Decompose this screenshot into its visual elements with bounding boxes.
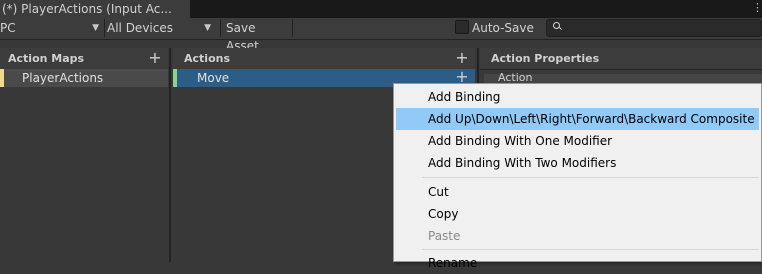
- menu-item-copy[interactable]: Copy: [396, 203, 759, 225]
- menu-item-label: Cut: [428, 185, 449, 199]
- window-tab-bar: (*) PlayerActions (Input Ac... ⋮: [0, 0, 762, 18]
- menu-item-label: Add Binding With One Modifier: [428, 134, 613, 148]
- auto-save-checkbox[interactable]: [455, 20, 469, 34]
- menu-item-add-one-modifier[interactable]: Add Binding With One Modifier: [396, 130, 759, 152]
- action-properties-header: Action Properties: [480, 48, 762, 70]
- action-map-item[interactable]: PlayerActions: [0, 69, 168, 87]
- window-tab[interactable]: (*) PlayerActions (Input Ac...: [0, 0, 190, 18]
- action-maps-header: Action Maps +: [0, 48, 168, 70]
- toolbar-divider: [292, 19, 293, 37]
- menu-separator: [422, 177, 759, 178]
- action-map-label: PlayerActions: [22, 71, 104, 85]
- menu-separator: [422, 249, 759, 250]
- action-color-marker: [173, 69, 177, 87]
- action-map-color-marker: [0, 69, 4, 87]
- context-menu: Add Binding Add Up\Down\Left\Right\Forwa…: [393, 83, 762, 270]
- devices-dropdown[interactable]: All Devices ▼: [107, 19, 215, 37]
- menu-item-add-composite[interactable]: Add Up\Down\Left\Right\Forward\Backward …: [396, 108, 759, 130]
- action-properties-title: Action Properties: [491, 52, 600, 65]
- auto-save-label: Auto-Save: [472, 21, 534, 35]
- control-scheme-dropdown[interactable]: PC ▼: [0, 19, 103, 37]
- add-action-map-icon[interactable]: +: [148, 48, 162, 68]
- search-input[interactable]: [546, 19, 762, 37]
- menu-item-label: Copy: [428, 207, 459, 221]
- add-action-icon[interactable]: +: [455, 48, 469, 68]
- actions-header: Actions +: [173, 48, 475, 70]
- actions-title: Actions: [184, 52, 230, 65]
- action-maps-panel: Action Maps + PlayerActions: [0, 48, 168, 262]
- menu-item-add-two-modifiers[interactable]: Add Binding With Two Modifiers: [396, 152, 759, 174]
- panel-divider[interactable]: [169, 48, 171, 262]
- action-maps-title: Action Maps: [8, 52, 85, 65]
- dropdown-arrow-icon: ▼: [92, 23, 99, 33]
- window-title: (*) PlayerActions (Input Ac...: [2, 2, 172, 16]
- menu-item-cut[interactable]: Cut: [396, 181, 759, 203]
- search-icon: [553, 22, 560, 29]
- menu-item-label: Add Binding: [428, 90, 501, 104]
- menu-item-add-binding[interactable]: Add Binding: [396, 86, 759, 108]
- menu-item-label: Add Binding With Two Modifiers: [428, 156, 617, 170]
- menu-item-label: Rename: [428, 256, 478, 270]
- menu-item-label: Add Up\Down\Left\Right\Forward\Backward …: [428, 112, 755, 126]
- menu-item-paste: Paste: [396, 225, 759, 247]
- toolbar-divider: [220, 19, 221, 37]
- control-scheme-value: PC: [0, 21, 16, 35]
- devices-value: All Devices: [107, 21, 173, 35]
- action-label: Move: [197, 71, 230, 85]
- menu-item-label: Paste: [428, 229, 461, 243]
- menu-item-rename[interactable]: Rename: [396, 252, 759, 274]
- dropdown-arrow-icon: ▼: [204, 23, 211, 33]
- toolbar-divider: [104, 19, 105, 37]
- kebab-menu-icon[interactable]: ⋮: [752, 0, 762, 18]
- save-asset-button[interactable]: Save Asset: [222, 19, 292, 53]
